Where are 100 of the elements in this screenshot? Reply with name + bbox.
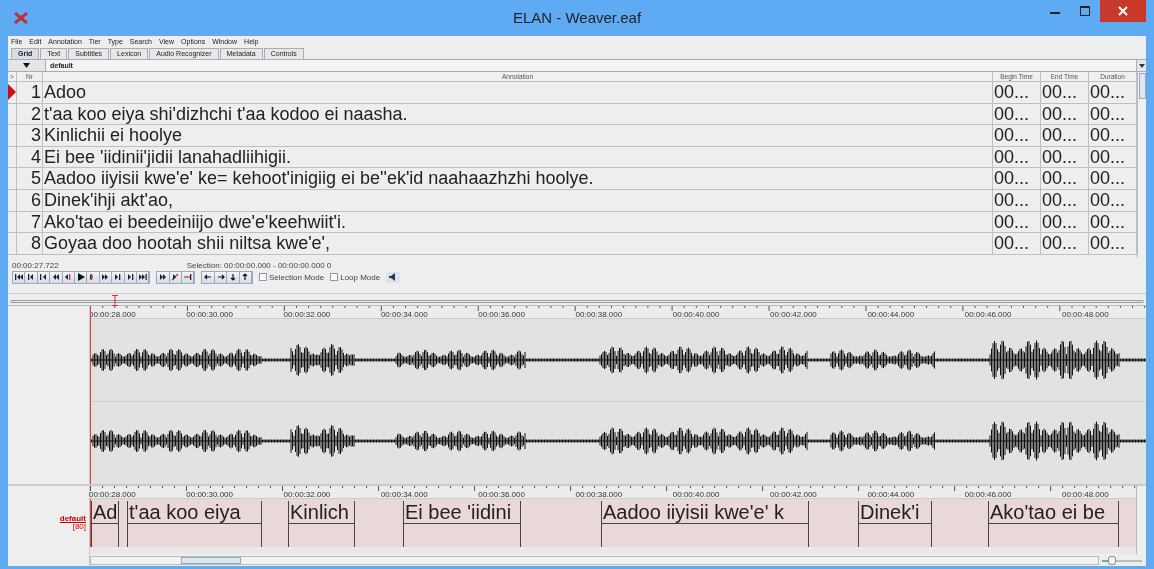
table-cell: 00... (993, 211, 1041, 234)
scrollbar[interactable] (90, 555, 1099, 565)
media-button[interactable] (37, 271, 51, 283)
annotation-cell[interactable]: Aadoo iiyisii kwe'e' ke= kehoot'inigiig ei be''ek'id naahaazhzhi hoolye. (43, 168, 993, 190)
annotation-text[interactable]: Ei bee 'iidini (404, 501, 520, 525)
time-label: 00:00:42.000 (770, 309, 817, 319)
time-label: 00:00:38.000 (575, 490, 623, 500)
time-label: 00:00:42.000 (770, 490, 817, 500)
table-cell: 00... (993, 168, 1041, 190)
table-cell: 00... (1041, 211, 1089, 234)
row-number: 6 (17, 189, 43, 212)
row-number: 5 (17, 168, 43, 190)
row-number: 7 (17, 211, 43, 234)
timeline-track[interactable] (10, 299, 1144, 303)
time-label: 00:00:28.000 (90, 309, 136, 319)
time-label: 00:00:46.000 (964, 309, 1012, 319)
table-cell: 00... (993, 125, 1041, 147)
media-button[interactable] (74, 271, 88, 283)
table-cell: 00... (1041, 146, 1089, 169)
playhead-line (90, 499, 91, 548)
annotation-text[interactable]: Aadoo iiyisii kwe'e' k (602, 501, 808, 525)
volume-button[interactable] (386, 271, 401, 283)
clear-selection-icon (171, 273, 180, 282)
table-cell: 00... (993, 146, 1041, 169)
row-number: 4 (17, 146, 43, 169)
caret-icon (23, 62, 30, 68)
media-button[interactable] (136, 271, 150, 283)
time-label: 00:00:36.000 (478, 309, 525, 319)
annotation-count: [80] (72, 523, 86, 532)
time-label: 00:00:32.000 (283, 490, 331, 500)
tier-name[interactable]: default (59, 514, 86, 524)
media-button[interactable] (112, 271, 125, 283)
dropdown-button[interactable] (1136, 59, 1146, 71)
annotation-cell[interactable]: Ei bee 'iidinii'jidii lanahadliihigii. (43, 146, 993, 169)
checkbox[interactable] (330, 273, 339, 282)
media-button[interactable] (50, 271, 63, 283)
time-label: 00:00:48.000 (1062, 490, 1109, 500)
table-cell: 00... (993, 233, 1041, 255)
jump-to-end-icon (183, 273, 192, 282)
annotation-cell[interactable]: Ako'tao ei beedeiniijo dwe'e'keehwiit'i. (43, 211, 993, 234)
annotation-text[interactable]: t'aa koo eiya (128, 501, 261, 525)
scrollbar[interactable] (1137, 71, 1146, 258)
media-button[interactable] (157, 271, 170, 283)
speaker-icon (388, 273, 398, 282)
media-button[interactable] (169, 271, 183, 283)
zoom-slider[interactable] (1102, 555, 1142, 565)
annotation-text[interactable]: Kinlich (289, 501, 354, 525)
time-label: 00:00:36.000 (478, 490, 525, 500)
checkbox-label[interactable]: Loop Mode (340, 272, 381, 282)
row-number: 2 (17, 103, 43, 126)
table-cell: 00... (1041, 233, 1089, 255)
time-label: 00:00:30.000 (186, 309, 233, 319)
time-label: 00:00:28.000 (89, 490, 136, 500)
media-button[interactable] (13, 271, 26, 283)
time-label: 00:00:44.000 (867, 490, 915, 500)
time-label: 00:00:40.000 (672, 490, 720, 500)
close-icon (1118, 6, 1128, 16)
annotation-cell[interactable]: t'aa koo eiya shi'dizhchi t'aa kodoo ei naasha. (43, 103, 993, 126)
media-button[interactable] (124, 271, 137, 283)
annotation-cell[interactable]: Goyaa doo hootah shii niltsa kwe'e', (43, 233, 993, 255)
annotation-text[interactable]: Ako'tao ei be (989, 501, 1118, 525)
time-cursor-icon (112, 294, 118, 306)
time-readout: 00:00:27.722 (12, 260, 59, 270)
annotation-cell[interactable]: Kinlichii ei hoolye (43, 125, 993, 147)
fast-forward-icon (101, 273, 110, 282)
time-label: 00:00:34.000 (380, 490, 428, 500)
table-cell: 00... (1041, 81, 1089, 104)
time-label: 00:00:34.000 (380, 309, 428, 319)
skip-to-end-icon (138, 273, 147, 282)
media-button[interactable] (25, 271, 38, 283)
step-back-icon (39, 273, 48, 282)
row-number: 8 (17, 233, 43, 255)
time-label: 00:00:46.000 (964, 490, 1012, 500)
right-arrow-icon (216, 273, 225, 282)
checkbox-label[interactable]: Selection Mode (269, 272, 325, 282)
media-button[interactable] (99, 271, 113, 283)
media-button[interactable] (87, 271, 100, 283)
previous-frame-icon (64, 273, 73, 282)
media-button[interactable] (214, 271, 228, 283)
checkbox[interactable] (259, 273, 268, 282)
media-button[interactable] (182, 271, 195, 283)
media-button[interactable] (227, 271, 240, 283)
selection-readout: Selection: 00:00:00.000 - 00:00:00.000 0 (186, 260, 332, 270)
table-cell: 00... (993, 189, 1041, 212)
annotation-cell[interactable]: Dinek'ihji akt'ao, (43, 189, 993, 212)
maximize-icon (1080, 6, 1090, 16)
step-forward-icon (113, 273, 122, 282)
table-cell: 00... (993, 81, 1041, 104)
dropdown-button[interactable] (8, 59, 46, 71)
previous-icon (27, 273, 36, 282)
annotation-text[interactable]: Dinek'i (859, 501, 931, 525)
close-button[interactable] (1100, 0, 1146, 22)
table-cell: 00... (993, 103, 1041, 126)
play-icon (76, 273, 85, 282)
media-button[interactable] (202, 271, 215, 283)
annotation-cell[interactable]: Adoo (43, 81, 993, 104)
media-button[interactable] (62, 271, 75, 283)
annotation-text[interactable]: Ad (92, 501, 118, 525)
time-label: 00:00:32.000 (283, 309, 331, 319)
media-button[interactable] (239, 271, 253, 283)
